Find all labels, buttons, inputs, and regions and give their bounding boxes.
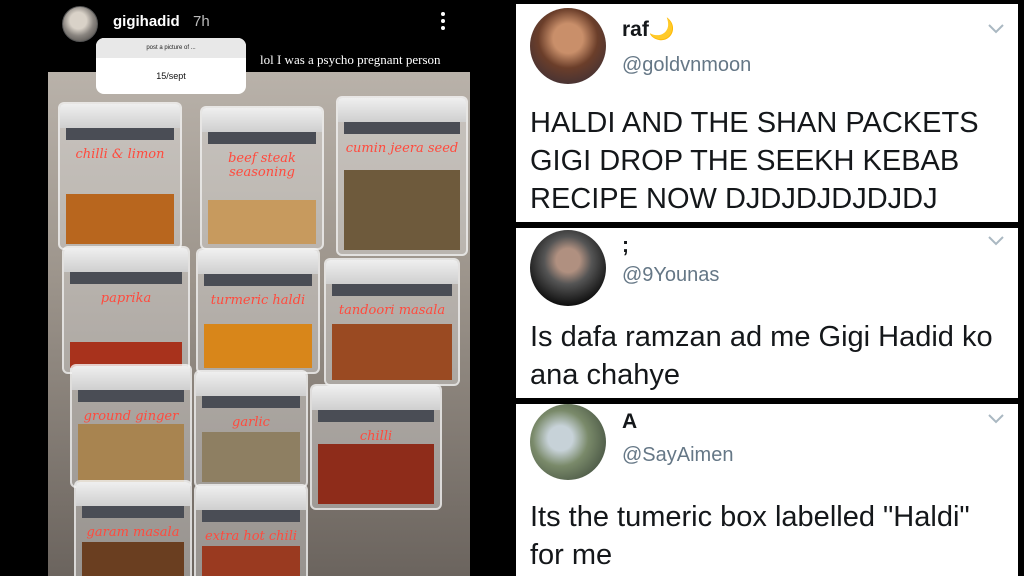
tweet-author-name[interactable]: ; (622, 234, 629, 258)
jar-label: garlic (232, 415, 270, 430)
avatar[interactable] (530, 230, 606, 306)
spice-jar: ground ginger (70, 364, 192, 488)
spice-jar: tandoori masala (324, 258, 460, 386)
question-answer: 15/sept (156, 71, 186, 81)
story-caption: lol I was a psycho pregnant person (260, 52, 441, 67)
jar-label: tandoori masala (338, 303, 446, 318)
spice-jar: paprika (62, 246, 190, 374)
jar-label: beef steak seasoning (228, 151, 296, 180)
avatar[interactable] (530, 8, 606, 84)
jar-label: chilli & limon (75, 147, 165, 162)
spice-fill (78, 424, 184, 482)
jar-label: ground ginger (83, 409, 179, 424)
jar-label: extra hot chili (204, 529, 298, 544)
tweet-author-handle[interactable]: @SayAimen (622, 444, 733, 467)
story-timestamp: 7h (193, 13, 210, 30)
spice-fill (318, 444, 434, 504)
spice-fill (82, 542, 184, 576)
spice-jar: chilli & limon (58, 102, 182, 250)
spice-jar: chilli (310, 384, 442, 510)
spice-fill (202, 432, 300, 482)
question-prompt: post a picture of ... (96, 38, 246, 58)
spice-jar: beef steak seasoning (200, 106, 324, 250)
tweet-text: HALDI AND THE SHAN PACKETS GIGI DROP THE… (530, 107, 979, 215)
tweet[interactable]: ; @9Younas Is dafa ramzan ad me Gigi Had… (516, 228, 1018, 398)
tweet[interactable]: raf🌙 @goldvnmoon HALDI AND THE SHAN PACK… (516, 4, 1018, 222)
avatar[interactable] (530, 404, 606, 480)
more-options-icon[interactable] (438, 10, 448, 32)
spice-fill (202, 546, 300, 576)
spice-fill (344, 170, 460, 250)
jar-label: turmeric haldi (210, 293, 306, 308)
tweet-author-handle[interactable]: @9Younas (622, 264, 719, 287)
jar-label: chilli (359, 429, 393, 444)
jar-label: garam masala (86, 525, 180, 540)
spice-jar: garlic (194, 370, 308, 488)
tweet-text: Its the tumeric box labelled "Haldi" for… (530, 501, 970, 571)
instagram-story: gigihadid 7h post a picture of ... 15/se… (0, 0, 510, 576)
spice-fill (208, 200, 316, 244)
chevron-down-icon[interactable] (988, 236, 1004, 246)
avatar[interactable] (62, 6, 98, 42)
tweet-author-name[interactable]: A (622, 410, 637, 434)
spice-jar: extra hot chili (194, 484, 308, 576)
chevron-down-icon[interactable] (988, 24, 1004, 34)
spice-jar: turmeric haldi (196, 248, 320, 374)
spice-jars-photo: chilli & limon beef steak seasoning cumi… (48, 72, 470, 576)
jar-label: paprika (100, 291, 152, 306)
tweet-text: Is dafa ramzan ad me Gigi Hadid ko ana c… (530, 321, 993, 391)
spice-fill (66, 194, 174, 244)
jar-label: cumin jeera seed (345, 141, 459, 156)
chevron-down-icon[interactable] (988, 414, 1004, 424)
spice-fill (332, 324, 452, 380)
spice-jar: garam masala (74, 480, 192, 576)
question-sticker: post a picture of ... 15/sept (96, 38, 246, 94)
tweet-author-name[interactable]: raf🌙 (622, 18, 675, 42)
spice-jar: cumin jeera seed (336, 96, 468, 256)
tweet[interactable]: A @SayAimen Its the tumeric box labelled… (516, 404, 1018, 576)
story-username[interactable]: gigihadid (113, 13, 180, 30)
spice-fill (204, 324, 312, 368)
tweet-author-handle[interactable]: @goldvnmoon (622, 54, 751, 77)
